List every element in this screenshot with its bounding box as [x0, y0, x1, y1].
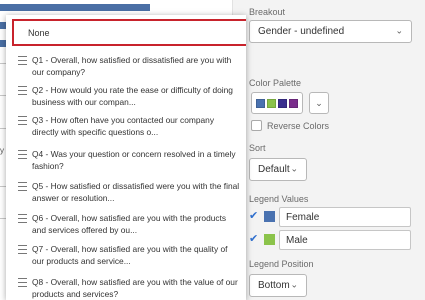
- palette-swatch: [289, 98, 298, 108]
- option-label: Q8 - Overall, how satisfied are you with…: [32, 277, 238, 299]
- settings-panel: Breakout Gender - undefined ⌄ Color Pale…: [232, 0, 425, 300]
- option-label: Q3 - How often have you contacted our co…: [32, 115, 215, 137]
- option-label: Q6 - Overall, how satisfied are you with…: [32, 213, 227, 235]
- legend-values-label: Legend Values: [249, 194, 309, 204]
- none-option-label: None: [28, 27, 50, 38]
- list-icon: [18, 56, 27, 65]
- chart-bar: [0, 4, 150, 11]
- chevron-down-icon: ⌄: [290, 162, 298, 173]
- sort-select[interactable]: Default ⌄: [249, 158, 307, 181]
- dropdown-option-q2[interactable]: Q2 - How would you rate the ease or diff…: [6, 85, 246, 108]
- female-color-swatch[interactable]: [264, 211, 275, 222]
- legend-position-select[interactable]: Bottom ⌄: [249, 274, 307, 297]
- list-icon: [18, 86, 27, 95]
- palette-swatch: [267, 98, 276, 108]
- dropdown-option-q8[interactable]: Q8 - Overall, how satisfied are you with…: [6, 277, 246, 300]
- list-icon: [18, 278, 27, 287]
- palette-swatch: [278, 98, 287, 108]
- breakout-label: Breakout: [249, 7, 286, 17]
- color-palette-label: Color Palette: [249, 78, 302, 88]
- chevron-down-icon: ⌄: [290, 278, 298, 289]
- breakout-value: Gender - undefined: [258, 26, 345, 37]
- dropdown-option-q6[interactable]: Q6 - Overall, how satisfied are you with…: [6, 213, 246, 236]
- palette-dropdown-button[interactable]: ⌄: [309, 92, 329, 114]
- option-label: Q7 - Overall, how satisfied are you with…: [32, 244, 228, 266]
- dropdown-option-q5[interactable]: Q5 - How satisfied or dissatisfied were …: [6, 181, 246, 204]
- reverse-colors-checkbox[interactable]: [251, 120, 262, 131]
- dropdown-option-q3[interactable]: Q3 - How often have you contacted our co…: [6, 115, 246, 138]
- male-color-swatch[interactable]: [264, 234, 275, 245]
- female-legend-input[interactable]: Female: [279, 207, 411, 227]
- chevron-down-icon: ⌄: [315, 97, 323, 108]
- breakout-dropdown-menu: None Q1 - Overall, how satisfied or diss…: [6, 15, 246, 300]
- option-label: Q4 - Was your question or concern resolv…: [32, 149, 236, 171]
- male-legend-input[interactable]: Male: [279, 230, 411, 250]
- dropdown-option-q1[interactable]: Q1 - Overall, how satisfied or dissatisf…: [6, 55, 246, 78]
- sort-label: Sort: [249, 143, 266, 153]
- list-icon: [18, 245, 27, 254]
- dropdown-option-q7[interactable]: Q7 - Overall, how satisfied are you with…: [6, 244, 246, 267]
- list-icon: [18, 214, 27, 223]
- breakout-select[interactable]: Gender - undefined ⌄: [249, 20, 412, 43]
- list-icon: [18, 182, 27, 191]
- palette-swatch: [256, 98, 265, 108]
- color-palette-swatches[interactable]: [251, 92, 303, 114]
- dropdown-option-none[interactable]: None: [12, 19, 246, 46]
- option-label: Q5 - How satisfied or dissatisfied were …: [32, 181, 240, 203]
- legend-position-value: Bottom: [258, 280, 290, 291]
- list-icon: [18, 150, 27, 159]
- option-label: Q2 - How would you rate the ease or diff…: [32, 85, 233, 107]
- option-label: Q1 - Overall, how satisfied or dissatisf…: [32, 55, 232, 77]
- sort-value: Default: [258, 164, 290, 175]
- list-icon: [18, 116, 27, 125]
- chevron-down-icon: ⌄: [395, 24, 403, 35]
- male-checkbox[interactable]: ✔: [249, 234, 258, 245]
- legend-position-label: Legend Position: [249, 259, 314, 269]
- reverse-colors-label: Reverse Colors: [267, 121, 330, 131]
- dropdown-option-q4[interactable]: Q4 - Was your question or concern resolv…: [6, 149, 246, 172]
- female-checkbox[interactable]: ✔: [249, 211, 258, 222]
